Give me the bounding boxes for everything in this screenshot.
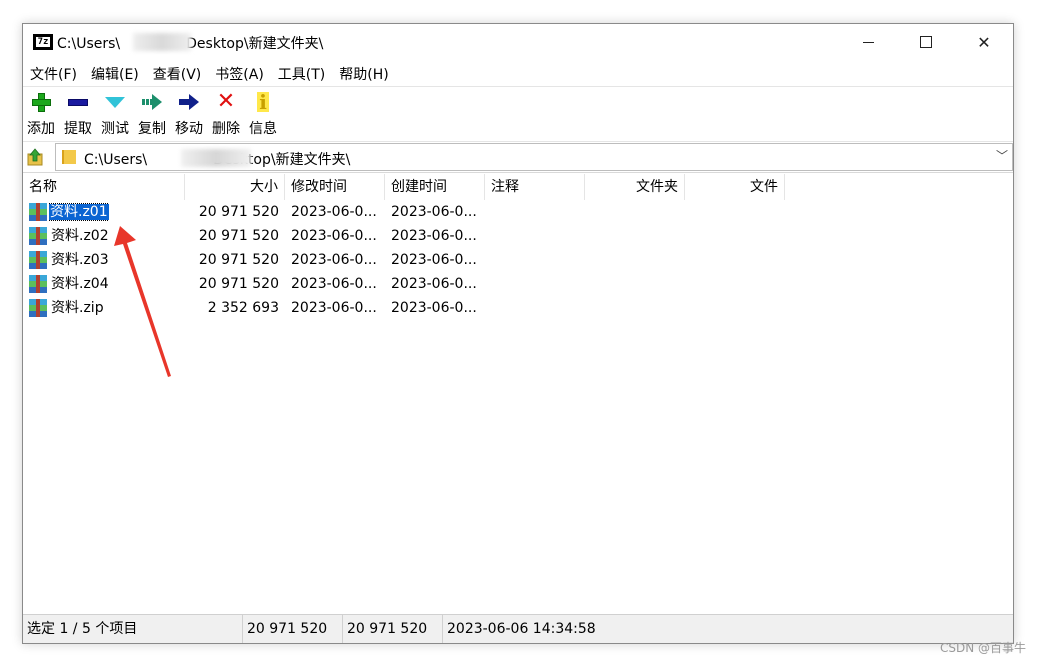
file-created: 2023-06-0... <box>391 228 477 244</box>
test-icon <box>105 96 125 108</box>
file-size: 20 971 520 <box>198 252 279 268</box>
menu-bookmarks[interactable]: 书签(A) <box>208 62 271 84</box>
archive-icon <box>29 251 47 269</box>
maximize-icon <box>920 36 932 48</box>
move-icon <box>179 94 199 110</box>
file-row[interactable]: 资料.z02 20 971 520 2023-06-0... 2023-06-0… <box>23 224 1013 248</box>
redacted-username <box>133 33 191 51</box>
test-label: 测试 <box>101 121 129 137</box>
file-size: 20 971 520 <box>198 228 279 244</box>
file-row[interactable]: 资料.z03 20 971 520 2023-06-0... 2023-06-0… <box>23 248 1013 272</box>
delete-button[interactable]: ✕ 删除 <box>208 90 244 138</box>
delete-label: 删除 <box>212 121 240 137</box>
status-bar: 选定 1 / 5 个项目 20 971 520 20 971 520 2023-… <box>23 614 1013 643</box>
up-folder-button[interactable] <box>27 148 43 166</box>
col-files[interactable]: 文件 <box>685 174 785 200</box>
file-modified: 2023-06-0... <box>291 300 377 316</box>
title-bar[interactable]: 7z C:\Users\ Desktop\新建文件夹\ ✕ <box>23 24 1013 60</box>
file-name: 资料.z01 <box>49 203 109 221</box>
file-name: 资料.z03 <box>51 252 109 268</box>
file-rows: 资料.z01 20 971 520 2023-06-0... 2023-06-0… <box>23 200 1013 320</box>
chevron-down-icon[interactable]: ﹀ <box>996 147 1008 164</box>
archive-icon <box>29 299 47 317</box>
file-row[interactable]: 资料.z04 20 971 520 2023-06-0... 2023-06-0… <box>23 272 1013 296</box>
folder-icon <box>62 150 76 164</box>
menu-view[interactable]: 查看(V) <box>146 62 209 84</box>
col-size[interactable]: 大小 <box>185 174 285 200</box>
file-modified: 2023-06-0... <box>291 228 377 244</box>
app-window: 7z C:\Users\ Desktop\新建文件夹\ ✕ 文件(F) 编辑(E)… <box>22 23 1014 644</box>
copy-label: 复制 <box>138 121 166 137</box>
extract-button[interactable]: 提取 <box>60 90 96 138</box>
info-label: 信息 <box>249 121 277 137</box>
address-row: C:\Users\ Desktop\新建文件夹\ ﹀ <box>23 142 1013 173</box>
file-row[interactable]: 资料.zip 2 352 693 2023-06-0... 2023-06-0.… <box>23 296 1013 320</box>
file-list[interactable]: 名称 大小 修改时间 创建时间 注释 文件夹 文件 资料.z01 20 971 … <box>23 174 1013 615</box>
col-folders[interactable]: 文件夹 <box>585 174 685 200</box>
address-combobox[interactable]: C:\Users\ Desktop\新建文件夹\ ﹀ <box>55 143 1013 171</box>
file-created: 2023-06-0... <box>391 204 477 220</box>
menu-tools[interactable]: 工具(T) <box>271 62 332 84</box>
extract-icon <box>68 98 88 106</box>
add-icon <box>32 93 51 112</box>
redacted-username <box>181 149 251 167</box>
close-button[interactable]: ✕ <box>955 24 1013 60</box>
move-label: 移动 <box>175 121 203 137</box>
file-created: 2023-06-0... <box>391 252 477 268</box>
copy-button[interactable]: 复制 <box>134 90 170 138</box>
menu-help[interactable]: 帮助(H) <box>332 62 395 84</box>
toolbar: 添加 提取 测试 复制 移动 ✕ 删除 i 信息 <box>23 86 1013 142</box>
col-comment[interactable]: 注释 <box>485 174 585 200</box>
add-button[interactable]: 添加 <box>23 90 59 138</box>
info-button[interactable]: i 信息 <box>245 90 281 138</box>
add-label: 添加 <box>27 121 55 137</box>
column-header: 名称 大小 修改时间 创建时间 注释 文件夹 文件 <box>23 174 1013 200</box>
file-modified: 2023-06-0... <box>291 276 377 292</box>
extract-label: 提取 <box>64 121 92 137</box>
file-modified: 2023-06-0... <box>291 204 377 220</box>
col-name[interactable]: 名称 <box>23 174 185 200</box>
copy-icon <box>142 94 162 110</box>
status-selection: 选定 1 / 5 个项目 <box>23 615 243 643</box>
file-name: 资料.zip <box>51 300 104 316</box>
watermark: CSDN @百事牛 <box>939 641 1026 655</box>
file-size: 20 971 520 <box>198 276 279 292</box>
file-size: 2 352 693 <box>207 300 279 316</box>
file-name: 资料.z04 <box>51 276 109 292</box>
col-created[interactable]: 创建时间 <box>385 174 485 200</box>
delete-icon: ✕ <box>216 89 236 114</box>
file-row[interactable]: 资料.z01 20 971 520 2023-06-0... 2023-06-0… <box>23 200 1013 224</box>
status-size: 20 971 520 <box>243 615 343 643</box>
file-size: 20 971 520 <box>198 204 279 220</box>
menu-edit[interactable]: 编辑(E) <box>84 62 146 84</box>
archive-icon <box>29 203 47 221</box>
minimize-icon <box>862 41 874 43</box>
maximize-button[interactable] <box>897 24 955 60</box>
move-button[interactable]: 移动 <box>171 90 207 138</box>
close-icon: ✕ <box>977 32 991 52</box>
file-created: 2023-06-0... <box>391 300 477 316</box>
file-created: 2023-06-0... <box>391 276 477 292</box>
status-datetime: 2023-06-06 14:34:58 <box>447 621 596 637</box>
file-modified: 2023-06-0... <box>291 252 377 268</box>
file-name: 资料.z02 <box>51 228 109 244</box>
archive-icon <box>29 275 47 293</box>
info-icon: i <box>257 92 269 112</box>
minimize-button[interactable] <box>839 24 897 60</box>
test-button[interactable]: 测试 <box>97 90 133 138</box>
7zip-app-icon: 7z <box>33 34 53 50</box>
menu-file[interactable]: 文件(F) <box>23 62 84 84</box>
archive-icon <box>29 227 47 245</box>
menu-bar: 文件(F) 编辑(E) 查看(V) 书签(A) 工具(T) 帮助(H) <box>23 62 1013 84</box>
col-modified[interactable]: 修改时间 <box>285 174 385 200</box>
status-packed-size: 20 971 520 <box>343 615 443 643</box>
